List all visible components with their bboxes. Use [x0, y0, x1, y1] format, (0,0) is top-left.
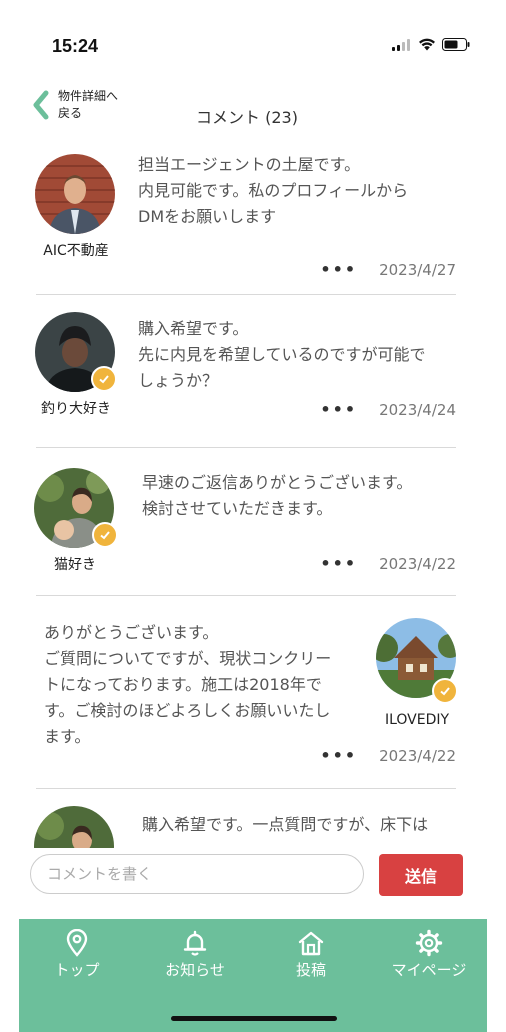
comment-date: 2023/4/24: [379, 400, 456, 419]
comment-list[interactable]: AIC不動産 担当エージェントの土屋です。 内見可能です。私のプロフィールから …: [0, 140, 506, 848]
map-pin-icon: [66, 929, 88, 957]
author-name: AIC不動産: [43, 243, 109, 259]
verified-badge-icon: [432, 678, 458, 704]
comment-item: 猫好き 早速のご返信ありがとうございます。 検討させていただきます。 ••• 2…: [34, 466, 456, 592]
comment-text: 早速のご返信ありがとうございます。 検討させていただきます。: [142, 473, 413, 518]
comment-date: 2023/4/22: [379, 554, 456, 573]
page-title: コメント (23): [196, 108, 298, 127]
author-block[interactable]: ILOVEDIY: [376, 618, 458, 728]
tab-notifications[interactable]: お知らせ: [145, 929, 245, 980]
comment-item: ありがとうございます。 ご質問についてですが、現状コンクリー トになっております…: [36, 618, 458, 768]
more-options-button[interactable]: •••: [320, 400, 357, 419]
comment-input[interactable]: [30, 854, 364, 894]
battery-icon: [442, 38, 470, 51]
nav-header: 物件詳細へ戻る コメント (23): [0, 82, 506, 132]
comment-compose-bar: 送信: [0, 848, 506, 916]
comment-date: 2023/4/22: [379, 746, 456, 765]
gear-icon: [415, 929, 443, 957]
more-options-button[interactable]: •••: [320, 746, 357, 765]
tab-label: トップ: [54, 961, 100, 979]
comment-text: 担当エージェントの土屋です。 内見可能です。私のプロフィールから DMをお願いし…: [138, 155, 409, 226]
author-name: ILOVEDIY: [384, 712, 450, 728]
divider: [36, 447, 456, 448]
verified-badge-icon: [91, 366, 117, 392]
comment-item: AIC不動産 担当エージェントの土屋です。 内見可能です。私のプロフィールから …: [35, 152, 456, 292]
comment-text: ありがとうございます。 ご質問についてですが、現状コンクリー トになっております…: [44, 623, 332, 746]
comment-text: 購入希望です。一点質問ですが、床下は: [142, 815, 429, 834]
signal-icon: [392, 38, 410, 51]
tab-mypage[interactable]: マイページ: [379, 929, 479, 980]
home-indicator: [171, 1016, 337, 1021]
more-options-button[interactable]: •••: [320, 260, 357, 279]
bell-icon: [183, 930, 207, 956]
author-name: 釣り大好き: [41, 401, 111, 417]
comment-item: 釣り大好き 購入希望です。 先に内見を希望しているのですが可能で しょうか？ •…: [35, 310, 456, 440]
author-block[interactable]: 釣り大好き: [35, 312, 117, 418]
author-block[interactable]: [34, 806, 116, 848]
tab-label: 投稿: [295, 961, 326, 979]
more-options-button[interactable]: •••: [320, 554, 357, 573]
comment-text: 購入希望です。 先に内見を希望しているのですが可能で しょうか？: [138, 319, 426, 390]
tab-post[interactable]: 投稿: [261, 929, 361, 980]
divider: [36, 595, 456, 596]
comment-date: 2023/4/27: [379, 260, 456, 279]
author-block[interactable]: AIC不動産: [35, 154, 117, 260]
house-icon: [298, 931, 324, 956]
status-bar: 15:24: [0, 0, 506, 80]
send-button[interactable]: 送信: [379, 854, 463, 896]
avatar[interactable]: [35, 154, 115, 234]
author-block[interactable]: 猫好き: [34, 468, 118, 574]
verified-badge-icon: [92, 522, 118, 548]
status-icons: [392, 38, 470, 51]
wifi-icon: [419, 38, 435, 51]
comment-item: 購入希望です。一点質問ですが、床下は: [34, 804, 456, 848]
divider: [36, 294, 456, 295]
status-time: 15:24: [52, 36, 99, 56]
divider: [36, 788, 456, 789]
tab-label: お知らせ: [165, 961, 225, 979]
tab-label: マイページ: [391, 961, 467, 979]
avatar[interactable]: [34, 806, 114, 848]
tab-top[interactable]: トップ: [27, 929, 127, 980]
author-name: 猫好き: [54, 557, 96, 573]
